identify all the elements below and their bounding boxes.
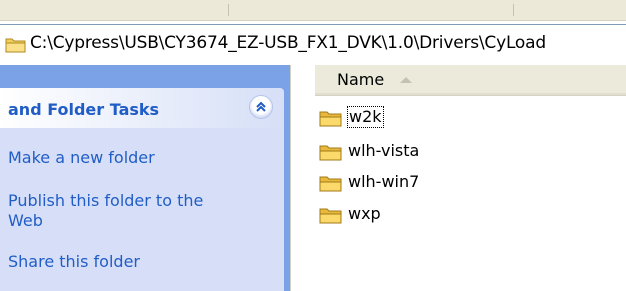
name-column-header[interactable]: Name [315,65,626,96]
folder-icon [319,208,342,224]
folder-name: wxp [348,204,381,223]
task-section-title: and Folder Tasks [8,100,160,119]
make-new-folder-link[interactable]: Make a new folder [8,148,155,168]
address-path[interactable]: C:\Cypress\USB\CY3674_EZ-USB_FX1_DVK\1.0… [30,33,546,53]
collapse-button[interactable] [249,95,273,119]
task-section-body: Make a new folder Publish this folder to… [0,128,284,291]
share-folder-link[interactable]: Share this folder [8,252,140,272]
toolbar-separator [228,4,229,16]
name-column-label: Name [337,70,385,89]
toolbar [0,0,626,21]
address-bar[interactable]: C:\Cypress\USB\CY3674_EZ-USB_FX1_DVK\1.0… [0,24,626,66]
folder-icon [319,176,342,192]
file-list: Name w2k wlh-vista wlh-win7 wxp [290,65,626,291]
sort-ascending-icon [400,77,412,83]
folder-icon [319,111,342,127]
folder-name: w2k [347,106,384,128]
folder-name: wlh-win7 [348,172,420,191]
task-pane: and Folder Tasks Make a new folder Publi… [0,65,290,291]
folder-icon [319,145,342,161]
task-section-header[interactable]: and Folder Tasks [0,88,284,128]
double-chevron-up-icon [256,101,266,112]
publish-folder-link[interactable]: Publish this folder to the Web [8,191,238,231]
folder-icon [5,36,27,53]
toolbar-separator [513,4,514,16]
folder-name: wlh-vista [348,141,420,160]
